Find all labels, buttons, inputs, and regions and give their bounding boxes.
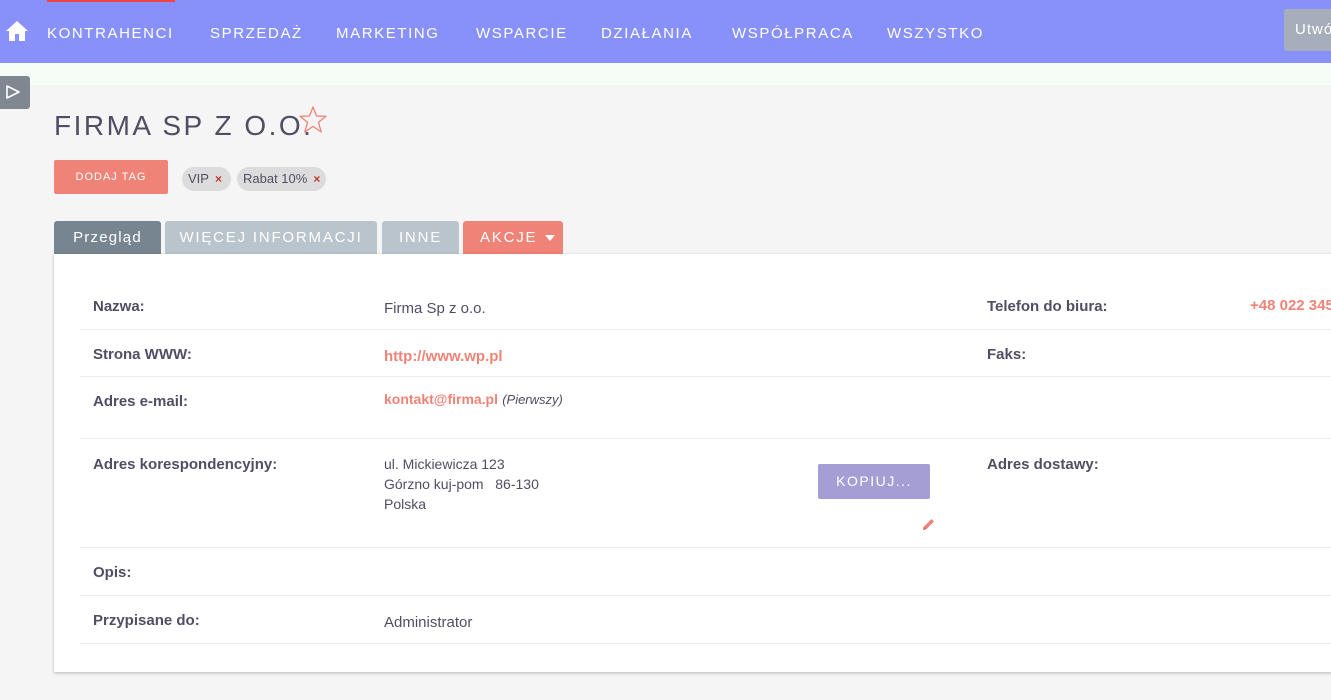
address-street: ul. Mickiewicza 123 <box>384 456 505 472</box>
billing-address-value: ul. Mickiewicza 123 Górzno kuj-pom 86-13… <box>384 454 539 514</box>
page-title: FIRMA SP Z O.O. <box>54 110 314 141</box>
play-triangle-icon <box>6 85 20 99</box>
add-tag-button[interactable]: DODAJ TAG <box>54 160 168 194</box>
tab-actions-label: AKCJE <box>480 229 538 246</box>
fax-label: Faks: <box>987 346 1027 363</box>
email-link[interactable]: kontakt@firma.pl <box>384 391 498 407</box>
row-divider <box>80 438 1331 439</box>
name-label: Nazwa: <box>93 298 145 315</box>
tab-other[interactable]: INNE <box>382 221 459 255</box>
row-divider <box>80 376 1331 377</box>
caret-down-icon <box>545 235 555 241</box>
assigned-to-value: Administrator <box>384 614 473 631</box>
active-nav-indicator <box>47 0 175 2</box>
assigned-to-label: Przypisane do: <box>93 612 200 629</box>
star-outline-icon[interactable] <box>298 105 328 135</box>
email-primary-note: (Pierwszy) <box>502 392 563 407</box>
tag-chip: VIP × <box>182 167 231 191</box>
shipping-address-label: Adres dostawy: <box>987 456 1099 473</box>
notification-strip <box>0 63 1331 85</box>
website-label: Strona WWW: <box>93 346 192 363</box>
name-value: Firma Sp z o.o. <box>384 300 486 317</box>
address-country: Polska <box>384 496 427 512</box>
create-button[interactable]: Utwó <box>1284 9 1331 51</box>
remove-tag-icon[interactable]: × <box>313 172 320 186</box>
email-value: kontakt@firma.pl (Pierwszy) <box>384 391 563 408</box>
website-link[interactable]: http://www.wp.pl <box>384 348 503 365</box>
copy-address-button[interactable]: KOPIUJ... <box>818 464 930 499</box>
nav-item-wsparcie[interactable]: WSPARCIE <box>476 25 568 43</box>
description-label: Opis: <box>93 564 132 581</box>
tab-actions-dropdown[interactable]: AKCJE <box>463 221 563 255</box>
tag-label: VIP <box>188 171 209 186</box>
row-divider <box>80 329 1331 330</box>
sidebar-toggle-button[interactable] <box>0 76 30 109</box>
billing-address-label: Adres korespondencyjny: <box>93 456 278 473</box>
pencil-edit-icon[interactable] <box>921 517 936 532</box>
nav-item-wspolpraca[interactable]: WSPÓŁPRACA <box>732 25 854 43</box>
office-phone-link[interactable]: +48 022 345 <box>1250 297 1331 314</box>
home-icon[interactable] <box>5 20 29 42</box>
row-divider <box>80 595 1331 596</box>
tag-chip: Rabat 10% × <box>237 167 326 191</box>
nav-item-wszystko[interactable]: WSZYSTKO <box>887 25 984 43</box>
office-phone-label: Telefon do biura: <box>987 298 1108 315</box>
nav-item-marketing[interactable]: MARKETING <box>336 25 440 43</box>
nav-item-kontrahenci[interactable]: KONTRAHENCI <box>47 25 174 43</box>
tag-label: Rabat 10% <box>243 171 308 186</box>
address-city: Górzno kuj-pom 86-130 <box>384 476 539 492</box>
row-divider <box>80 643 1331 644</box>
nav-item-dzialania[interactable]: DZIAŁANIA <box>601 25 693 43</box>
tab-more-information[interactable]: WIĘCEJ INFORMACJI <box>165 221 377 255</box>
email-label: Adres e-mail: <box>93 393 189 410</box>
nav-item-sprzedaz[interactable]: SPRZEDAŻ <box>210 25 303 43</box>
row-divider <box>80 547 1331 548</box>
remove-tag-icon[interactable]: × <box>215 172 222 186</box>
tab-overview[interactable]: Przegląd <box>54 221 161 255</box>
